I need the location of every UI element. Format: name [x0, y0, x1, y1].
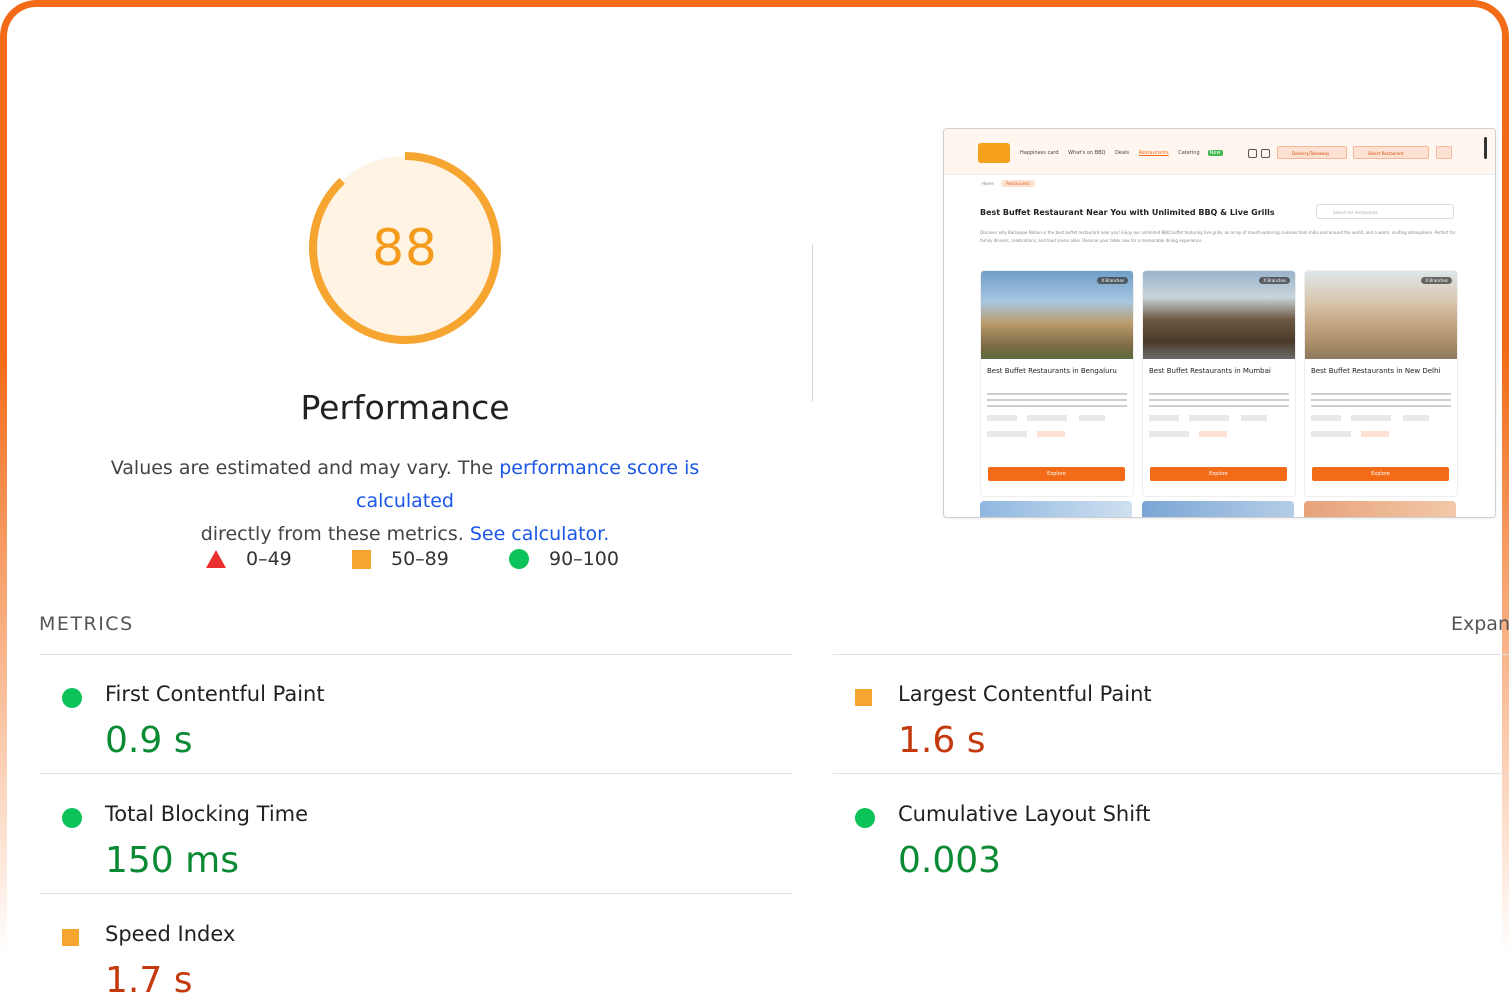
metric-fcp: First Contentful Paint 0.9 s — [39, 662, 759, 782]
pass-circle-icon — [62, 808, 82, 828]
category-title: Performance — [300, 388, 510, 427]
metric-lcp: Largest Contentful Paint 1.6 s — [832, 662, 1509, 782]
select-restaurant-button: Select Restaurant — [1353, 146, 1429, 159]
circle-icon — [509, 549, 529, 569]
card-title: Best Buffet Restaurants in New Delhi — [1311, 367, 1441, 375]
nav-link: What's on BBQ — [1068, 150, 1106, 156]
city-card: X Branches Best Buffet Restaurants in Ne… — [1304, 270, 1458, 497]
metric-label: First Contentful Paint — [105, 682, 325, 706]
metric-value: 0.9 s — [105, 720, 193, 761]
vertical-divider — [812, 244, 813, 402]
bag-icon — [1261, 149, 1270, 158]
screenshot-paragraph: Discover why Barbeque Nation is the best… — [980, 230, 1456, 243]
screenshot-nav-links: Happiness card What's on BBQ Deals Resta… — [1020, 150, 1231, 156]
nav-link: Catering — [1178, 150, 1200, 156]
city-image — [1305, 271, 1457, 359]
triangle-icon — [206, 550, 226, 568]
breadcrumb-current: Restaurants — [1001, 180, 1036, 187]
description-text-2: directly from these metrics. — [200, 523, 470, 545]
nav-badge: New — [1207, 150, 1223, 156]
city-card: X Branches Best Buffet Restaurants in Be… — [980, 270, 1134, 497]
card-title: Best Buffet Restaurants in Mumbai — [1149, 367, 1271, 375]
metrics-heading: METRICS — [39, 613, 134, 635]
breadcrumb-home: Home — [982, 181, 994, 186]
pass-circle-icon — [62, 688, 82, 708]
brand-logo — [978, 143, 1010, 163]
divider — [833, 654, 1509, 655]
performance-gauge[interactable]: 88 — [305, 148, 505, 348]
screenshot-heading: Best Buffet Restaurant Near You with Unl… — [980, 208, 1275, 217]
user-icon — [1248, 149, 1257, 158]
metric-value: 1.6 s — [898, 720, 986, 761]
metric-value: 0.003 — [898, 840, 1002, 881]
city-card-next — [1142, 501, 1294, 517]
legend-fail: 0–49 — [206, 548, 292, 570]
metric-label: Total Blocking Time — [105, 802, 309, 826]
divider — [39, 773, 793, 774]
divider — [833, 773, 1509, 774]
metric-label: Speed Index — [105, 922, 236, 946]
card-description — [987, 393, 1127, 407]
nav-link: Happiness card — [1020, 150, 1059, 156]
city-image — [981, 271, 1133, 359]
screenshot-scrollbar — [1484, 137, 1487, 159]
description-text: Values are estimated and may vary. The — [110, 457, 500, 479]
screenshot-breadcrumb: Home Restaurants — [982, 180, 1036, 187]
square-icon — [352, 549, 371, 569]
legend-pass: 90–100 — [509, 548, 619, 570]
screenshot-navbar: Happiness card What's on BBQ Deals Resta… — [944, 129, 1495, 175]
metric-value: 150 ms — [105, 840, 239, 881]
performance-score: 88 — [372, 219, 438, 277]
explore-button: Explore — [1150, 467, 1287, 481]
metric-tbt: Total Blocking Time 150 ms — [39, 782, 759, 902]
metric-label: Cumulative Layout Shift — [898, 802, 1151, 826]
branch-pill: X Branches — [1259, 277, 1290, 284]
card-description — [1149, 393, 1289, 407]
expand-view-toggle[interactable]: Expand view — [1451, 613, 1509, 635]
see-calculator-link[interactable]: See calculator. — [470, 523, 609, 545]
screenshot-search-input: Search for restaurants — [1316, 204, 1454, 219]
delivery-button: Delivery/Takeaway — [1277, 146, 1347, 159]
explore-button: Explore — [1312, 467, 1449, 481]
average-square-icon — [62, 929, 79, 946]
divider — [39, 654, 793, 655]
branch-pill: X Branches — [1421, 277, 1452, 284]
card-tags — [987, 415, 1127, 455]
city-card-next — [980, 501, 1132, 517]
city-image — [1143, 271, 1295, 359]
score-description: Values are estimated and may vary. The p… — [60, 452, 750, 551]
card-title: Best Buffet Restaurants in Bengaluru — [987, 367, 1117, 375]
legend-average: 50–89 — [352, 548, 449, 570]
pass-circle-icon — [855, 808, 875, 828]
final-screenshot[interactable]: Happiness card What's on BBQ Deals Resta… — [943, 128, 1496, 518]
card-tags — [1311, 415, 1451, 455]
city-card: X Branches Best Buffet Restaurants in Mu… — [1142, 270, 1296, 497]
metric-label: Largest Contentful Paint — [898, 682, 1152, 706]
nav-link-active: Restaurants — [1138, 150, 1169, 156]
metric-cls: Cumulative Layout Shift 0.003 — [832, 782, 1509, 902]
legend-range: 90–100 — [549, 548, 619, 570]
score-legend: 0–49 50–89 90–100 — [0, 548, 800, 578]
card-tags — [1149, 415, 1289, 455]
city-card-next — [1304, 501, 1456, 517]
legend-range: 50–89 — [391, 548, 449, 570]
menu-icon — [1436, 146, 1452, 159]
divider — [39, 893, 793, 894]
average-square-icon — [855, 689, 872, 706]
explore-button: Explore — [988, 467, 1125, 481]
legend-range: 0–49 — [246, 548, 292, 570]
metric-speed-index: Speed Index 1.7 s — [39, 902, 759, 1002]
branch-pill: X Branches — [1097, 277, 1128, 284]
nav-link: Deals — [1115, 150, 1130, 156]
card-description — [1311, 393, 1451, 407]
metric-value: 1.7 s — [105, 960, 193, 1001]
